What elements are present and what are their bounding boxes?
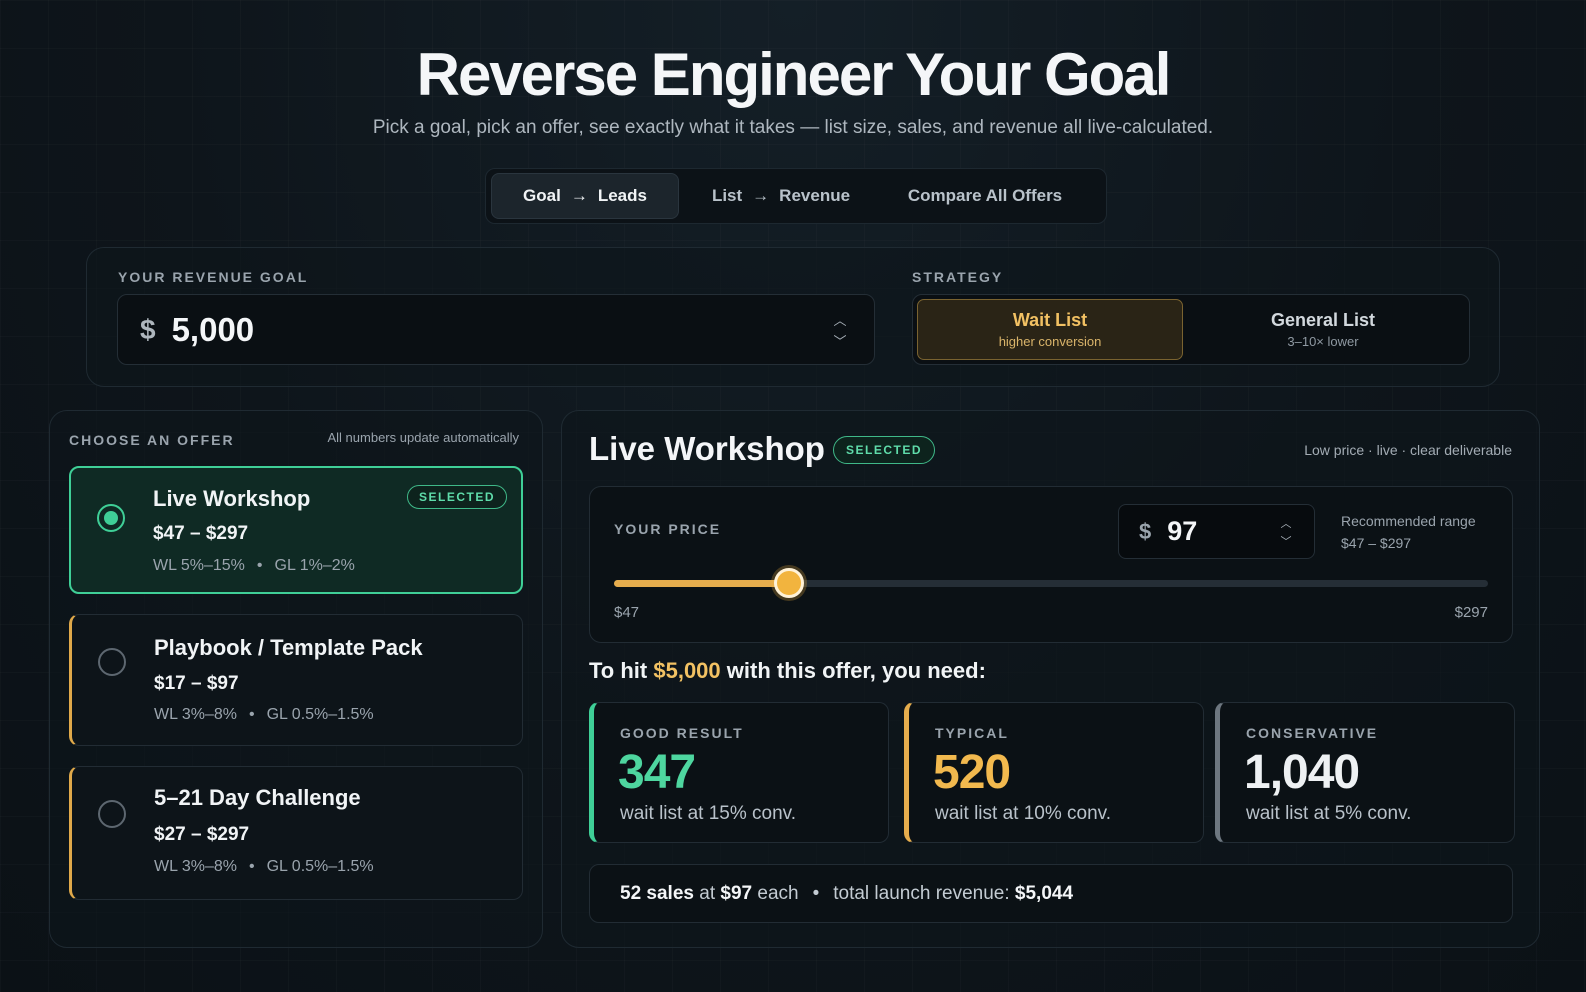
offer-wl-rate: WL 5%–15%	[153, 557, 245, 574]
price-stepper[interactable]: ︿ ﹀	[1276, 515, 1296, 549]
strategy-option-sub: 3–10× lower	[1287, 334, 1359, 349]
requirement-prefix: To hit	[589, 658, 648, 683]
revenue-goal-label: YOUR REVENUE GOAL	[118, 269, 309, 285]
chevron-up-icon[interactable]: ︿	[833, 310, 846, 329]
offer-card-playbook[interactable]: Playbook / Template Pack $17 – $97 WL 3%…	[69, 614, 523, 746]
result-description: wait list at 5% conv.	[1246, 803, 1412, 824]
result-label: TYPICAL	[935, 725, 1009, 741]
separator-dot: •	[812, 882, 820, 904]
requirement-suffix: with this offer, you need:	[726, 658, 986, 683]
offer-price: $27 – $297	[154, 824, 250, 845]
result-value: 347	[618, 746, 696, 799]
price-slider-fill	[614, 580, 789, 587]
strategy-general-list[interactable]: General List 3–10× lower	[1183, 299, 1463, 360]
offer-wl-rate: WL 3%–8%	[154, 706, 237, 723]
revenue-goal-value[interactable]: 5,000	[172, 311, 255, 349]
goal-stepper[interactable]: ︿ ﹀	[830, 310, 850, 350]
offer-gl-rate: GL 0.5%–1.5%	[266, 858, 374, 875]
offer-wl-rate: WL 3%–8%	[154, 858, 237, 875]
offers-heading: CHOOSE AN OFFER	[69, 432, 235, 448]
summary-revenue-label: total launch revenue:	[833, 882, 1010, 904]
page-title: Reverse Engineer Your Goal	[416, 41, 1172, 108]
result-value: 1,040	[1244, 746, 1360, 799]
result-label: GOOD RESULT	[620, 725, 744, 741]
selected-badge: SELECTED	[406, 485, 507, 509]
price-value[interactable]: 97	[1167, 516, 1197, 547]
offer-rates: WL 3%–8% • GL 0.5%–1.5%	[154, 706, 374, 723]
result-value: 520	[933, 746, 1011, 799]
slider-max-label: $297	[1454, 604, 1488, 621]
tab-list-revenue[interactable]: List → Revenue	[679, 173, 883, 219]
price-slider-thumb[interactable]	[773, 568, 804, 598]
offers-note: All numbers update automatically	[327, 430, 520, 445]
price-input[interactable]: $ 97 ︿ ﹀	[1118, 504, 1315, 559]
recommended-range: Recommended range $47 – $297	[1341, 510, 1476, 554]
summary-price: $97	[720, 882, 753, 904]
tab-label-from: List	[711, 186, 743, 205]
detail-tagline: Low price · live · clear deliverable	[1304, 442, 1512, 458]
chevron-down-icon[interactable]: ﹀	[1281, 533, 1292, 549]
offer-rates: WL 5%–15% • GL 1%–2%	[153, 557, 355, 574]
summary-at: at	[699, 882, 716, 904]
offer-gl-rate: GL 1%–2%	[274, 557, 355, 574]
chevron-down-icon[interactable]: ﹀	[833, 331, 846, 350]
requirement-heading: To hit $5,000 with this offer, you need:	[589, 658, 986, 684]
strategy-label: STRATEGY	[912, 269, 1004, 285]
offer-rates: WL 3%–8% • GL 0.5%–1.5%	[154, 858, 374, 875]
revenue-goal-input[interactable]: $ 5,000 ︿ ﹀	[117, 294, 875, 365]
chevron-up-icon[interactable]: ︿	[1281, 515, 1292, 531]
result-label: CONSERVATIVE	[1246, 725, 1379, 741]
detail-title: Live Workshop	[589, 430, 825, 467]
recommended-range-label: Recommended range	[1341, 513, 1476, 529]
tab-label-to: Leads	[597, 186, 647, 205]
radio-icon[interactable]	[98, 648, 126, 676]
strategy-option-name: General List	[1270, 310, 1376, 330]
price-slider[interactable]	[614, 568, 1488, 598]
strategy-option-name: Wait List	[1012, 310, 1088, 330]
price-label: YOUR PRICE	[614, 521, 722, 537]
summary-each: each	[757, 882, 799, 904]
radio-icon[interactable]	[98, 800, 126, 828]
result-card-typical: TYPICAL 520 wait list at 10% conv.	[904, 702, 1204, 843]
radio-selected-icon[interactable]	[97, 504, 125, 532]
offer-name: Live Workshop	[153, 486, 311, 511]
result-card-good: GOOD RESULT 347 wait list at 15% conv.	[589, 702, 889, 843]
strategy-toggle: Wait List higher conversion General List…	[912, 294, 1470, 365]
tab-label: Compare All Offers	[907, 186, 1063, 205]
requirement-amount: $5,000	[653, 658, 721, 683]
tab-compare-offers[interactable]: Compare All Offers	[883, 173, 1087, 219]
strategy-option-sub: higher conversion	[998, 334, 1102, 349]
offer-gl-rate: GL 0.5%–1.5%	[266, 706, 374, 723]
summary-revenue: $5,044	[1014, 882, 1074, 904]
result-description: wait list at 15% conv.	[620, 803, 797, 824]
selected-badge: SELECTED	[833, 436, 936, 464]
tab-label-to: Revenue	[779, 186, 851, 205]
summary-sales: 52 sales	[620, 882, 694, 904]
offer-name: Playbook / Template Pack	[154, 635, 423, 660]
tab-label-from: Goal	[523, 186, 561, 205]
result-description: wait list at 10% conv.	[935, 803, 1112, 824]
offer-card-live-workshop[interactable]: Live Workshop $47 – $297 WL 5%–15% • GL 1%…	[69, 466, 523, 594]
mode-tabs: Goal → Leads List → Revenue Compare All …	[485, 168, 1107, 224]
offer-price: $47 – $297	[153, 523, 249, 544]
result-card-conservative: CONSERVATIVE 1,040 wait list at 5% conv.	[1215, 702, 1515, 843]
page-subtitle: Pick a goal, pick an offer, see exactly …	[372, 117, 1214, 138]
sales-summary: 52 sales at $97 each • total launch reve…	[589, 864, 1513, 923]
strategy-wait-list[interactable]: Wait List higher conversion	[917, 299, 1183, 360]
offer-card-challenge[interactable]: 5–21 Day Challenge $27 – $297 WL 3%–8% • G…	[69, 766, 523, 900]
arrow-right-icon: →	[570, 186, 588, 205]
slider-min-label: $47	[614, 604, 640, 621]
arrow-right-icon: →	[752, 186, 770, 205]
tab-goal-leads[interactable]: Goal → Leads	[491, 173, 679, 219]
recommended-range-value: $47 – $297	[1341, 535, 1412, 551]
offer-name: 5–21 Day Challenge	[154, 785, 361, 810]
offer-price: $17 – $97	[154, 673, 239, 694]
dollar-icon: $	[1139, 518, 1152, 544]
dollar-icon: $	[140, 313, 156, 345]
